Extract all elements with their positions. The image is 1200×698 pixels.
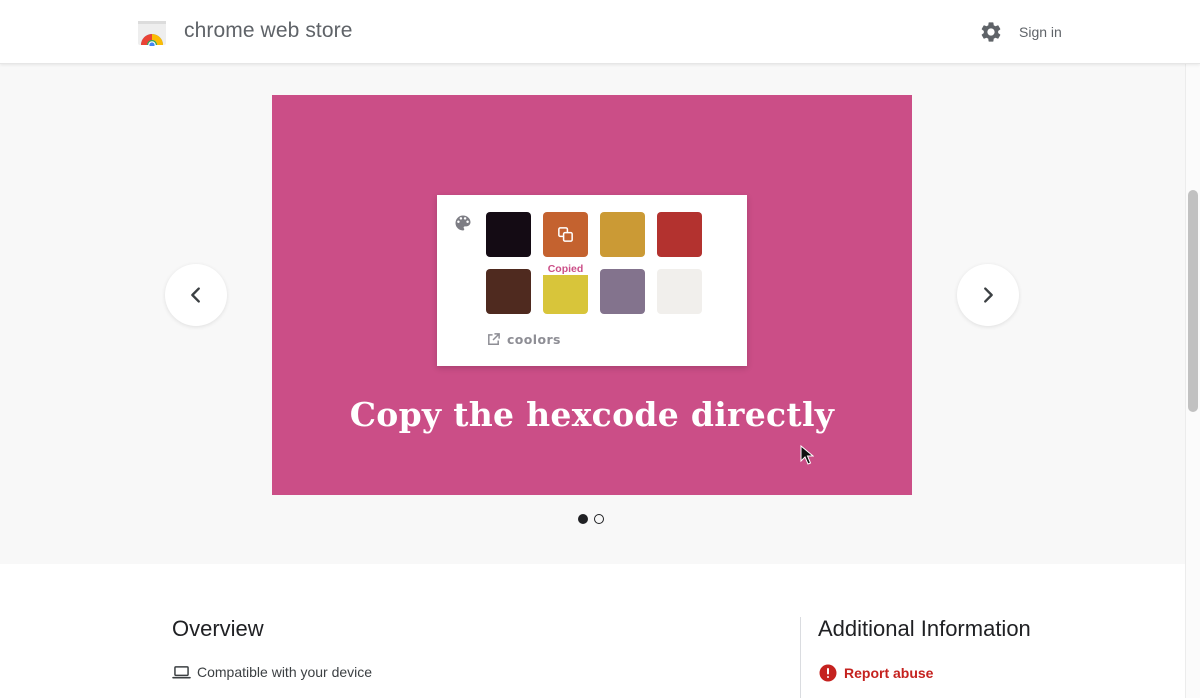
report-abuse-label: Report abuse — [844, 665, 934, 681]
report-abuse-link[interactable]: Report abuse — [819, 664, 933, 682]
color-swatch[interactable] — [486, 212, 531, 257]
top-header: chrome web store Sign in — [0, 0, 1200, 64]
column-divider — [800, 617, 801, 698]
alert-circle-icon — [819, 664, 837, 682]
color-swatch[interactable] — [657, 269, 702, 314]
compatibility-text: Compatible with your device — [197, 664, 373, 680]
carousel-prev-button[interactable] — [165, 264, 227, 326]
color-swatch[interactable] — [600, 269, 645, 314]
carousel-next-button[interactable] — [957, 264, 1019, 326]
gear-icon[interactable] — [979, 20, 1003, 44]
chrome-web-store-logo[interactable] — [137, 18, 167, 46]
color-swatch[interactable] — [543, 269, 588, 314]
compatibility-note: Compatible with your device — [172, 664, 372, 680]
copy-icon — [558, 227, 573, 242]
coolors-link[interactable]: coolors — [486, 331, 561, 347]
coolors-brand-text: coolors — [507, 331, 561, 347]
laptop-icon — [172, 665, 191, 678]
carousel-slide: Copied coolors Copy the hexcode directly — [272, 95, 912, 495]
sign-in-link[interactable]: Sign in — [1019, 24, 1062, 40]
color-swatch[interactable] — [657, 212, 702, 257]
carousel-dot-1[interactable] — [578, 514, 588, 524]
color-swatch[interactable] — [600, 212, 645, 257]
palette-preview-card: Copied coolors — [437, 195, 747, 366]
carousel-pagination — [578, 514, 604, 524]
slide-caption: Copy the hexcode directly — [349, 395, 835, 434]
color-swatch[interactable] — [486, 269, 531, 314]
chevron-right-icon — [984, 287, 993, 303]
chevron-left-icon — [191, 287, 200, 303]
mouse-cursor-icon — [800, 445, 814, 465]
additional-information-heading: Additional Information — [818, 616, 1031, 641]
palette-icon — [455, 215, 471, 231]
copied-tooltip: Copied — [543, 263, 588, 275]
carousel-dot-2[interactable] — [594, 514, 604, 524]
external-link-icon — [488, 332, 500, 345]
color-swatch[interactable] — [543, 212, 588, 257]
page-scrollbar-thumb[interactable] — [1188, 190, 1198, 412]
overview-heading: Overview — [172, 616, 264, 641]
store-title[interactable]: chrome web store — [184, 19, 353, 43]
